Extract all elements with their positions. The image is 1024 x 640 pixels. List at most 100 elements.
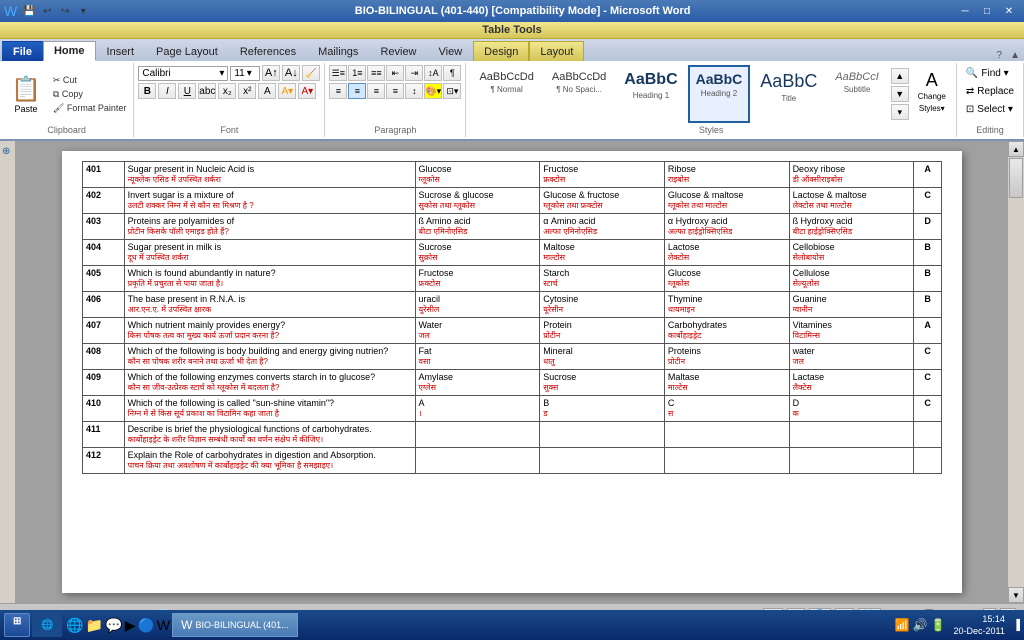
add-column-icon[interactable]: ⊕ [2, 146, 10, 157]
style-normal-label: ¶ Normal [490, 85, 522, 94]
clipboard-small-btns: ✂ Cut ⧉ Copy 🖌 Format Painter [50, 74, 129, 115]
questions-table: 401Sugar present in Nucleic Acid isन्यूक… [82, 161, 942, 474]
line-spacing-button[interactable]: ↕ [405, 83, 423, 99]
change-styles-button[interactable]: A ChangeStyles▾ [913, 65, 951, 123]
style-no-spacing[interactable]: AaBbCcDd ¶ No Spaci... [544, 65, 614, 123]
style-heading1[interactable]: AaBbC Heading 1 [616, 65, 685, 123]
find-button[interactable]: 🔍 Find ▾ [961, 65, 1019, 82]
table-tools-label: Table Tools [482, 24, 542, 36]
scroll-down-button[interactable]: ▼ [1008, 587, 1024, 603]
font-grow-button[interactable]: A↑ [262, 65, 280, 81]
style-normal[interactable]: AaBbCcDd ¶ Normal [471, 65, 541, 123]
style-subtitle[interactable]: AaBbCcI Subtitle [827, 65, 886, 123]
close-button[interactable]: ✕ [998, 2, 1020, 20]
font-name-value: Calibri [142, 68, 170, 79]
help-btn[interactable]: ? [993, 50, 1007, 61]
scroll-up-button[interactable]: ▲ [1008, 141, 1024, 157]
font-size-dropdown[interactable]: ▾ [247, 68, 252, 79]
font-name-dropdown[interactable]: ▾ [219, 68, 224, 79]
taskbar-right: 📶 🔊 🔋 15:14 20-Dec-2011 ▐ [895, 611, 1020, 639]
show-desktop-btn[interactable]: ▐ [1013, 620, 1020, 631]
shading-button[interactable]: 🎨▾ [424, 83, 442, 99]
dropdown-quick-btn[interactable]: ▾ [75, 3, 91, 19]
style-expand-btn[interactable]: ▾ [891, 104, 909, 120]
align-center-button[interactable]: ≡ [348, 83, 366, 99]
taskbar-quick-launch[interactable]: 🌐 [32, 613, 62, 637]
system-clock[interactable]: 15:14 20-Dec-2011 [950, 611, 1009, 639]
taskbar-word-item[interactable]: W BIO-BILINGUAL (401... [172, 613, 298, 637]
redo-quick-btn[interactable]: ↪ [57, 3, 73, 19]
italic-button[interactable]: I [158, 83, 176, 99]
highlight-button[interactable]: A▾ [278, 83, 296, 99]
numbering-button[interactable]: 1≡ [348, 65, 366, 81]
style-h2-preview: AaBbC [696, 71, 743, 87]
tab-insert[interactable]: Insert [96, 41, 146, 61]
tab-home[interactable]: Home [43, 41, 96, 61]
align-right-button[interactable]: ≡ [367, 83, 385, 99]
sort-button[interactable]: ↕A [424, 65, 442, 81]
minimize-button[interactable]: ─ [954, 2, 976, 20]
style-down-btn[interactable]: ▼ [891, 86, 909, 102]
doc-scroll-area[interactable]: 401Sugar present in Nucleic Acid isन्यूक… [16, 141, 1008, 603]
clear-format-button[interactable]: 🧹 [302, 65, 320, 81]
multilevel-button[interactable]: ≡≡ [367, 65, 385, 81]
ribbon-collapse-btn[interactable]: ▲ [1006, 50, 1024, 61]
paste-button[interactable]: 📋 Paste [4, 72, 48, 117]
tab-mailings[interactable]: Mailings [307, 41, 369, 61]
font-shrink-button[interactable]: A↓ [282, 65, 300, 81]
select-button[interactable]: ⊡ Select ▾ [961, 101, 1019, 118]
style-h2-label: Heading 2 [701, 89, 737, 98]
underline-button[interactable]: U [178, 83, 196, 99]
border-button[interactable]: ⊡▾ [443, 83, 461, 99]
undo-quick-btn[interactable]: ↩ [39, 3, 55, 19]
font-name-selector[interactable]: Calibri ▾ [138, 66, 228, 81]
bold-button[interactable]: B [138, 83, 156, 99]
left-margin: ⊕ [0, 141, 16, 603]
talk-quick-launch[interactable]: 💬 [105, 617, 122, 634]
word-quick-launch[interactable]: W [157, 617, 170, 634]
superscript-button[interactable]: x² [238, 83, 256, 99]
style-up-btn[interactable]: ▲ [891, 68, 909, 84]
format-painter-button[interactable]: 🖌 Format Painter [50, 102, 129, 115]
strikethrough-button[interactable]: abc [198, 83, 216, 99]
tab-view[interactable]: View [428, 41, 474, 61]
replace-button[interactable]: ⇄ Replace [961, 83, 1019, 100]
font-row-2: B I U abc x₂ x² A A▾ A▾ [138, 83, 316, 99]
copy-button[interactable]: ⧉ Copy [50, 88, 129, 101]
style-normal-preview: AaBbCcDd [479, 71, 533, 83]
tab-review[interactable]: Review [369, 41, 427, 61]
justify-button[interactable]: ≡ [386, 83, 404, 99]
start-button[interactable]: ⊞ [4, 613, 30, 637]
ie-quick-launch[interactable]: 🌐 [66, 617, 83, 634]
editing-label: Editing [976, 123, 1004, 135]
volume-tray-icon[interactable]: 🔊 [913, 618, 928, 632]
battery-tray-icon[interactable]: 🔋 [931, 618, 946, 632]
decrease-indent-button[interactable]: ⇤ [386, 65, 404, 81]
editing-content: 🔍 Find ▾ ⇄ Replace ⊡ Select ▾ [961, 65, 1019, 123]
scroll-thumb[interactable] [1009, 158, 1023, 198]
cut-button[interactable]: ✂ Cut [50, 74, 129, 87]
text-effect-button[interactable]: A [258, 83, 276, 99]
increase-indent-button[interactable]: ⇥ [405, 65, 423, 81]
style-heading2[interactable]: AaBbC Heading 2 [688, 65, 751, 123]
chrome-quick-launch[interactable]: 🔵 [137, 617, 154, 634]
align-left-button[interactable]: ≡ [329, 83, 347, 99]
show-hide-button[interactable]: ¶ [443, 65, 461, 81]
tab-page-layout[interactable]: Page Layout [145, 41, 229, 61]
font-color-button[interactable]: A▾ [298, 83, 316, 99]
subscript-button[interactable]: x₂ [218, 83, 236, 99]
style-title[interactable]: AaBbC Title [752, 65, 825, 123]
play-quick-launch[interactable]: ▶ [125, 617, 136, 634]
tab-file[interactable]: File [2, 41, 43, 61]
tab-references[interactable]: References [229, 41, 307, 61]
font-size-selector[interactable]: 11 ▾ [230, 66, 260, 81]
tab-design[interactable]: Design [473, 41, 529, 61]
tab-layout[interactable]: Layout [529, 41, 584, 61]
bullets-button[interactable]: ☰≡ [329, 65, 347, 81]
editing-group: 🔍 Find ▾ ⇄ Replace ⊡ Select ▾ Editing [957, 63, 1024, 137]
maximize-button[interactable]: □ [976, 2, 998, 20]
folder-quick-launch[interactable]: 📁 [86, 617, 103, 634]
save-quick-btn[interactable]: 💾 [21, 3, 37, 19]
para-content: ☰≡ 1≡ ≡≡ ⇤ ⇥ ↕A ¶ ≡ ≡ ≡ ≡ ↕ 🎨▾ ⊡▾ [329, 65, 461, 123]
network-tray-icon[interactable]: 📶 [895, 618, 910, 632]
